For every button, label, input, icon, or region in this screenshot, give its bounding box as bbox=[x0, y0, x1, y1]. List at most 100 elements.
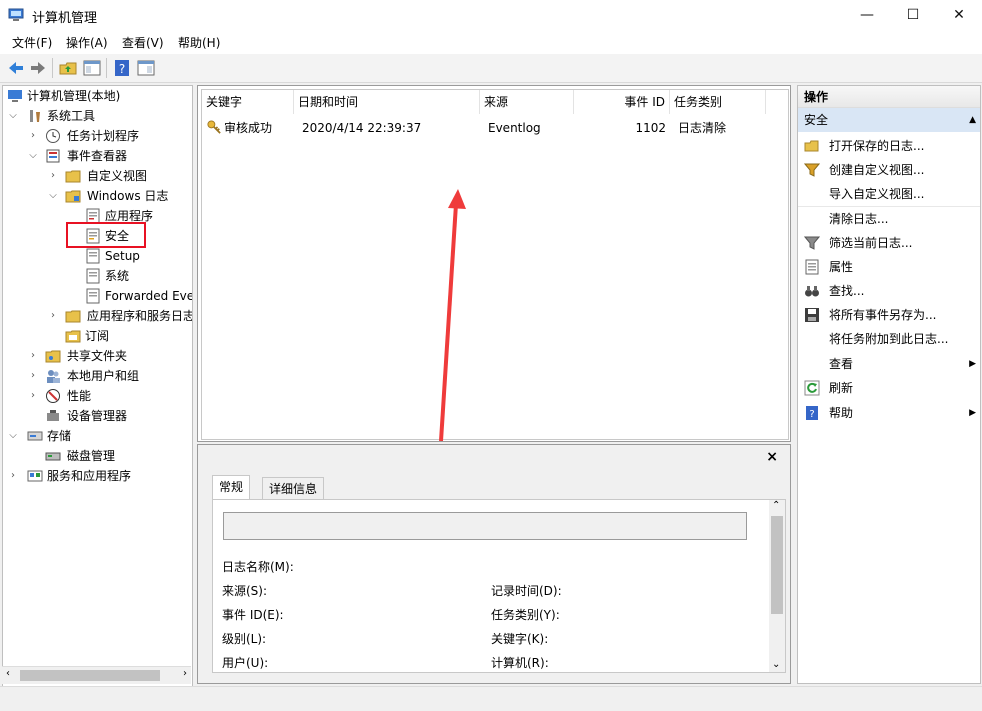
action-help[interactable]: ? 帮助 ▶ bbox=[798, 401, 980, 425]
tree-label: 自定义视图 bbox=[87, 169, 148, 183]
folder-icon bbox=[65, 310, 81, 323]
menu-file[interactable]: 文件(F) bbox=[12, 34, 52, 51]
filter-icon bbox=[804, 236, 820, 250]
tree-label: 应用程序和服务日志 bbox=[87, 309, 193, 323]
action-filter-current-log[interactable]: 筛选当前日志... bbox=[798, 231, 980, 255]
minimize-button[interactable]: — bbox=[844, 0, 890, 30]
action-open-saved-log[interactable]: 打开保存的日志... bbox=[798, 134, 980, 158]
action-find[interactable]: 查找... bbox=[798, 279, 980, 303]
log-icon bbox=[86, 268, 100, 284]
tree-label: 共享文件夹 bbox=[67, 349, 128, 363]
action-refresh[interactable]: 刷新 bbox=[798, 376, 980, 400]
filter-icon bbox=[804, 163, 820, 177]
label-task-category: 任务类别(Y): bbox=[491, 608, 560, 622]
disk-icon bbox=[45, 452, 61, 461]
scrollbar-thumb[interactable] bbox=[20, 670, 160, 681]
up-folder-icon[interactable] bbox=[58, 58, 78, 78]
scrollbar-thumb[interactable] bbox=[771, 516, 783, 614]
label-level: 级别(L): bbox=[222, 632, 267, 646]
chevron-right-icon[interactable]: › bbox=[27, 386, 39, 406]
action-label: 创建自定义视图... bbox=[829, 163, 925, 177]
tab-general[interactable]: 常规 bbox=[212, 475, 251, 500]
log-icon bbox=[86, 288, 100, 304]
detail-vertical-scrollbar[interactable]: ⌃ ⌄ bbox=[769, 500, 785, 672]
save-icon bbox=[805, 308, 819, 322]
chevron-right-icon[interactable]: › bbox=[27, 126, 39, 146]
action-label: 清除日志... bbox=[829, 212, 889, 226]
label-keywords: 关键字(K): bbox=[491, 632, 549, 646]
subscription-icon bbox=[65, 330, 81, 343]
action-label: 查看 bbox=[829, 357, 854, 371]
chevron-right-icon[interactable]: › bbox=[47, 306, 59, 326]
tree-label: 计算机管理(本地) bbox=[27, 89, 121, 103]
svg-text:?: ? bbox=[119, 62, 125, 76]
close-button[interactable]: ✕ bbox=[936, 0, 982, 30]
scroll-up-icon[interactable]: ⌃ bbox=[772, 500, 780, 511]
action-properties[interactable]: 属性 bbox=[798, 255, 980, 279]
chevron-down-icon[interactable]: ⌵ bbox=[7, 426, 19, 446]
status-bar bbox=[0, 686, 982, 711]
show-hide-tree-icon[interactable] bbox=[82, 58, 102, 78]
back-icon[interactable] bbox=[6, 58, 26, 78]
highlight-box bbox=[66, 222, 146, 248]
action-label: 筛选当前日志... bbox=[829, 236, 913, 250]
close-icon[interactable]: × bbox=[766, 449, 778, 465]
tree-label: 存储 bbox=[47, 429, 72, 443]
submenu-arrow-icon: ▶ bbox=[969, 359, 976, 369]
clock-icon bbox=[46, 129, 60, 143]
log-icon bbox=[86, 248, 100, 264]
tree-label: Setup bbox=[105, 249, 140, 263]
general-tab-panel: 日志名称(M): 来源(S): 记录时间(D): 事件 ID(E): 任务类别(… bbox=[212, 499, 786, 673]
actions-pane: 操作 安全 ▲ 打开保存的日志... 创建自定义视图... 导入自定义视图...… bbox=[797, 85, 981, 684]
action-clear-log[interactable]: 清除日志... bbox=[798, 207, 980, 231]
computer-management-icon bbox=[8, 8, 24, 21]
tree-horizontal-scrollbar[interactable]: ‹ › bbox=[2, 666, 191, 684]
action-create-custom-view[interactable]: 创建自定义视图... bbox=[798, 158, 980, 182]
scroll-left-icon[interactable]: ‹ bbox=[6, 668, 10, 679]
chevron-right-icon[interactable]: › bbox=[7, 466, 19, 486]
action-label: 打开保存的日志... bbox=[829, 139, 925, 153]
chevron-down-icon[interactable]: ⌵ bbox=[7, 106, 19, 126]
storage-icon bbox=[27, 431, 43, 441]
performance-icon bbox=[46, 389, 60, 403]
chevron-right-icon[interactable]: › bbox=[47, 166, 59, 186]
tree-label: 性能 bbox=[67, 389, 92, 403]
tree-label: 服务和应用程序 bbox=[47, 469, 132, 483]
refresh-icon bbox=[804, 380, 820, 396]
action-view[interactable]: 查看 ▶ bbox=[798, 352, 980, 376]
action-label: 将任务附加到此日志... bbox=[829, 332, 949, 346]
show-hide-action-pane-icon[interactable] bbox=[136, 58, 156, 78]
chevron-down-icon[interactable]: ⌵ bbox=[47, 186, 59, 206]
annotation-arrow bbox=[439, 189, 466, 441]
menu-view[interactable]: 查看(V) bbox=[122, 34, 164, 51]
menu-action[interactable]: 操作(A) bbox=[66, 34, 108, 51]
label-log-name: 日志名称(M): bbox=[222, 560, 294, 574]
chevron-right-icon[interactable]: › bbox=[27, 346, 39, 366]
action-attach-task[interactable]: 将任务附加到此日志... bbox=[798, 327, 980, 351]
tree-label: 系统工具 bbox=[47, 109, 96, 123]
tools-icon bbox=[30, 110, 40, 122]
binoculars-icon bbox=[805, 286, 819, 297]
help-icon: ? bbox=[806, 406, 818, 420]
tree-label: 订阅 bbox=[85, 329, 110, 343]
scroll-down-icon[interactable]: ⌄ bbox=[772, 659, 780, 670]
help-icon[interactable]: ? bbox=[112, 58, 132, 78]
menu-help[interactable]: 帮助(H) bbox=[178, 34, 220, 51]
actions-section-security[interactable]: 安全 ▲ bbox=[798, 108, 980, 132]
action-save-all-events[interactable]: 将所有事件另存为... bbox=[798, 303, 980, 327]
tree-label: 磁盘管理 bbox=[67, 449, 116, 463]
svg-text:?: ? bbox=[809, 409, 814, 420]
label-source: 来源(S): bbox=[222, 584, 268, 598]
folder-icon bbox=[65, 190, 81, 203]
properties-icon bbox=[805, 259, 819, 275]
tab-details[interactable]: 详细信息 bbox=[262, 477, 325, 500]
action-import-custom-view[interactable]: 导入自定义视图... bbox=[798, 182, 980, 206]
collapse-icon[interactable]: ▲ bbox=[969, 108, 976, 132]
maximize-button[interactable]: ☐ bbox=[890, 0, 936, 30]
action-label: 导入自定义视图... bbox=[829, 187, 925, 201]
chevron-down-icon[interactable]: ⌵ bbox=[27, 146, 39, 166]
forward-icon[interactable] bbox=[28, 58, 48, 78]
tree-label: 本地用户和组 bbox=[67, 369, 140, 383]
scroll-right-icon[interactable]: › bbox=[183, 668, 187, 679]
chevron-right-icon[interactable]: › bbox=[27, 366, 39, 386]
